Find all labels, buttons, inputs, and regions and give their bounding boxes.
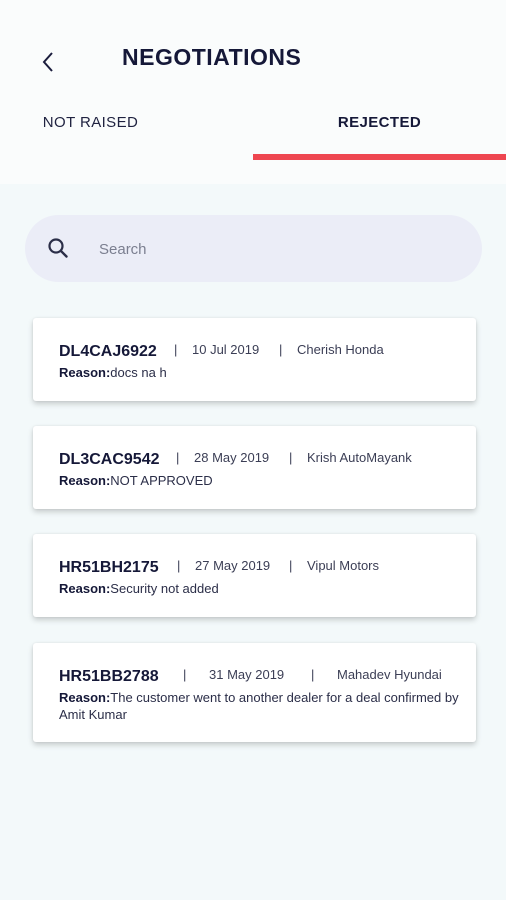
dealer-name: Mahadev Hyundai [337, 667, 442, 682]
negotiation-date: 28 May 2019 [194, 450, 270, 465]
reason-value: Security not added [110, 581, 219, 596]
app-bar: NEGOTIATIONS NOT RAISED REJECTED [0, 0, 506, 184]
dealer-name: Vipul Motors [307, 558, 380, 573]
negotiation-date: 10 Jul 2019 [192, 342, 260, 357]
negotiation-card[interactable]: HR51BH2175 | 27 May 2019 | Vipul Motors … [33, 534, 476, 617]
registration-number: HR51BH2175 [59, 559, 159, 576]
separator: | [177, 558, 181, 573]
search-icon [48, 238, 68, 258]
reason-label: Reason: [59, 581, 111, 596]
reason-text: Reason:The customer went to another deal… [59, 689, 459, 723]
separator: | [311, 667, 315, 682]
reason-text: Reason:NOT APPROVED [59, 472, 459, 489]
negotiation-card[interactable]: HR51BB2788 | 31 May 2019 | Mahadev Hyund… [33, 643, 476, 742]
separator: | [176, 450, 180, 465]
active-tab-indicator [253, 154, 506, 160]
chevron-left-icon [42, 52, 53, 72]
reason-value: docs na h [110, 365, 167, 380]
back-button[interactable] [34, 48, 62, 76]
separator: | [174, 342, 178, 357]
registration-number: DL3CAC9542 [59, 451, 160, 468]
registration-number: DL4CAJ6922 [59, 343, 157, 360]
dealer-name: Cherish Honda [297, 342, 384, 357]
reason-value: NOT APPROVED [110, 473, 213, 488]
separator: | [183, 667, 187, 682]
search-input[interactable] [97, 233, 461, 265]
dealer-name: Krish AutoMayank [307, 450, 412, 465]
page-title: NEGOTIATIONS [122, 44, 302, 70]
negotiation-date: 31 May 2019 [209, 667, 285, 682]
reason-text: Reason:Security not added [59, 580, 459, 597]
negotiation-card[interactable]: DL3CAC9542 | 28 May 2019 | Krish AutoMay… [33, 426, 476, 509]
reason-label: Reason: [59, 690, 111, 705]
reason-text: Reason:docs na h [59, 364, 459, 381]
separator: | [289, 558, 293, 573]
separator: | [289, 450, 293, 465]
tab-not-raised[interactable]: NOT RAISED [0, 104, 253, 160]
separator: | [279, 342, 283, 357]
reason-label: Reason: [59, 473, 111, 488]
search-bar[interactable] [25, 215, 482, 282]
reason-value: The customer went to another dealer for … [59, 690, 459, 722]
negotiation-date: 27 May 2019 [195, 558, 271, 573]
tab-label: NOT RAISED [42, 114, 139, 131]
tab-bar: NOT RAISED REJECTED [0, 104, 506, 160]
registration-number: HR51BB2788 [59, 668, 159, 685]
tab-rejected[interactable]: REJECTED [253, 104, 506, 160]
negotiation-card[interactable]: DL4CAJ6922 | 10 Jul 2019 | Cherish Honda… [33, 318, 476, 401]
reason-label: Reason: [59, 365, 111, 380]
